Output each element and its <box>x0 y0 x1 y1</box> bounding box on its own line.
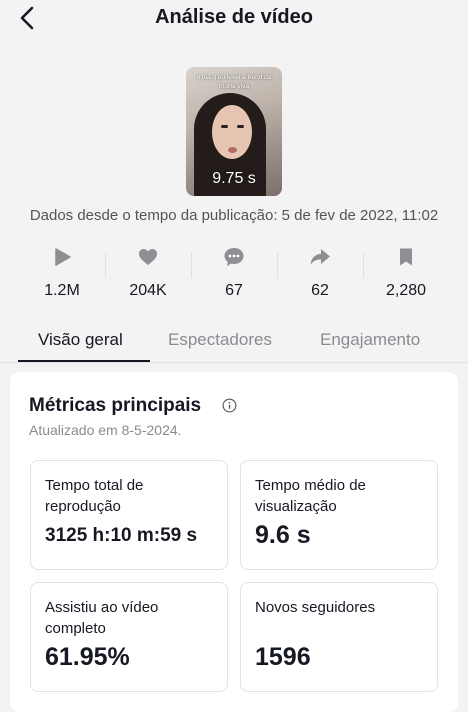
stats-row: 1.2M 204K 67 62 2,280 <box>18 246 450 302</box>
stat-value: 2,280 <box>385 282 427 299</box>
stat-value: 62 <box>311 282 329 299</box>
bookmark-icon <box>400 248 412 266</box>
info-icon[interactable] <box>222 398 237 413</box>
heart-icon <box>139 249 157 265</box>
data-since-text: Dados desde o tempo da publicação: 5 de … <box>29 207 439 224</box>
page-title: Análise de vídeo <box>155 6 313 28</box>
tab-overview[interactable]: Visão geral <box>38 330 123 350</box>
stat-value: 204K <box>129 282 167 299</box>
play-icon <box>55 248 71 266</box>
stat-value: 67 <box>225 282 243 299</box>
tab-viewers[interactable]: Espectadores <box>168 330 272 350</box>
metric-value: 9.6 s <box>255 521 311 549</box>
metric-label: Tempo médio de visualização <box>255 477 366 515</box>
metric-label: Tempo total de reprodução <box>45 477 144 515</box>
card-title: Métricas principais <box>29 395 202 416</box>
stat-views: 1.2M <box>19 246 105 300</box>
metric-value: 61.95% <box>45 643 130 671</box>
metric-new-followers: Novos seguidores 1596 <box>240 582 438 692</box>
tab-engagement[interactable]: Engajamento <box>320 330 420 350</box>
key-metrics-card: Métricas principais Atualizado em 8-5-20… <box>10 372 458 712</box>
updated-date: Atualizado em 8-5-2024. <box>29 422 182 438</box>
stat-value: 1.2M <box>44 282 80 299</box>
comment-icon <box>224 248 244 266</box>
metric-value: 3125 h:10 m:59 s <box>45 525 198 546</box>
metric-value: 1596 <box>255 643 311 671</box>
active-tab-indicator <box>18 360 150 362</box>
stat-saves: 2,280 <box>363 246 449 300</box>
metric-total-play-time: Tempo total de reprodução 3125 h:10 m:59… <box>30 460 228 570</box>
metric-watched-full-video: Assistiu ao vídeo completo 61.95% <box>30 582 228 692</box>
metric-label: Assistiu ao vídeo completo <box>45 599 159 637</box>
stat-shares: 62 <box>277 246 363 300</box>
metric-average-watch-time: Tempo médio de visualização 9.6 s <box>240 460 438 570</box>
metric-label: Novos seguidores <box>255 599 376 616</box>
video-thumbnail[interactable]: o dia q eu levei a trend da morta viva 9… <box>186 67 282 196</box>
video-caption: o dia q eu levei a trend da morta viva <box>196 74 272 90</box>
video-duration: 9.75 s <box>212 170 256 187</box>
tab-bar: Visão geral Espectadores Engajamento <box>0 322 468 363</box>
stat-likes: 204K <box>105 246 191 300</box>
header-bar: Análise de vídeo <box>0 0 468 36</box>
stat-comments: 67 <box>191 246 277 300</box>
share-icon <box>310 249 330 265</box>
